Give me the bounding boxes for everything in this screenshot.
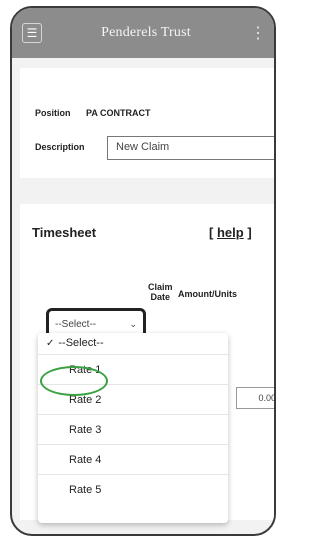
hamburger-menu-icon[interactable]: ☰ [22,23,42,43]
app-header: ☰ Penderels Trust ⋮ [12,8,274,58]
position-label: Position [35,108,71,118]
dropdown-option-rate-3[interactable]: Rate 3 [38,415,228,445]
option-label: --Select-- [58,337,104,349]
dropdown-option-select[interactable]: ✓ --Select-- [38,333,228,355]
option-label: Rate 5 [69,484,102,496]
brand-logo: Penderels Trust [101,25,191,40]
claim-date-line1: Claim [148,282,173,292]
highlight-circle-annotation [40,366,108,396]
description-field[interactable]: New Claim [107,136,274,160]
amount-field[interactable]: 0.00 [236,387,274,409]
help-bracket-close: ] [247,225,252,240]
claim-date-line2: Date [150,292,171,302]
amount-units-header: Amount/Units [178,289,237,299]
claim-date-header: Claim Date [148,282,173,302]
help-label[interactable]: help [217,225,244,240]
claim-details-card: Position PA CONTRACT Description [20,68,274,178]
timesheet-title: Timesheet [32,225,97,240]
check-icon: ✓ [46,338,55,349]
description-label: Description [35,142,85,152]
option-label: Rate 4 [69,454,102,466]
rate-dropdown: ✓ --Select-- Rate 1 Rate 2 Rate 3 Rate 4 … [38,333,228,523]
option-label: Rate 3 [69,424,102,436]
phone-frame: ☰ Penderels Trust ⋮ Position PA CONTRACT… [10,6,276,536]
dropdown-option-rate-4[interactable]: Rate 4 [38,445,228,475]
chevron-down-icon: ⌄ [129,319,137,329]
dropdown-option-rate-5[interactable]: Rate 5 [38,475,228,505]
position-value: PA CONTRACT [86,108,151,118]
help-bracket-open: [ [209,225,214,240]
rate-select-value: --Select-- [55,319,97,330]
more-options-icon[interactable]: ⋮ [250,23,266,43]
help-link[interactable]: [ help ] [209,225,252,240]
